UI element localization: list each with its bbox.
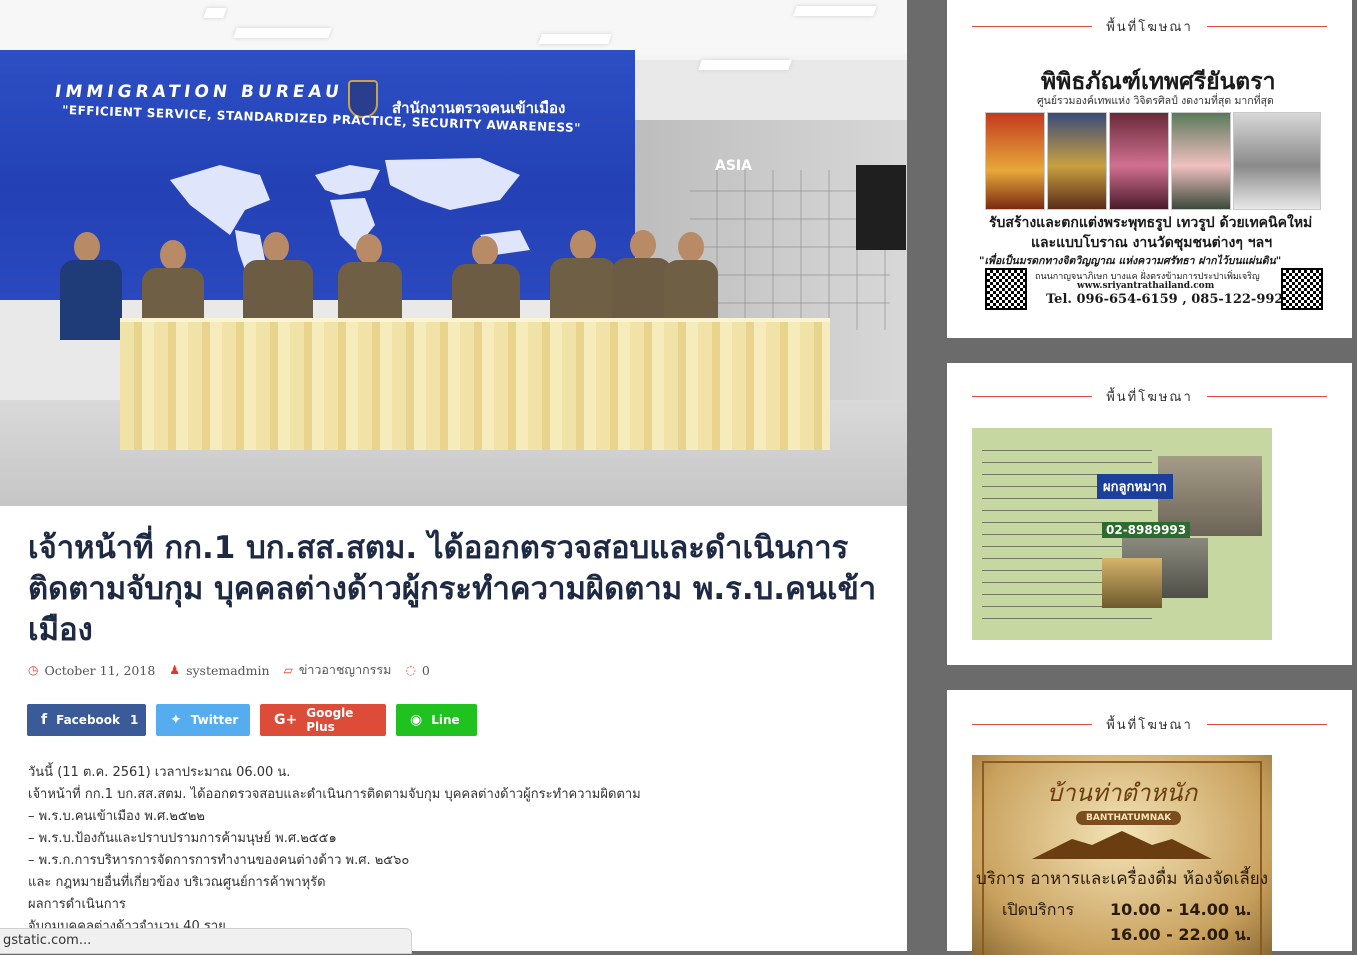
sidebar-ad-widget: พื้นที่โฆษณา พิพิธภัณฑ์เทพศรียันตรา ศูนย… [947, 0, 1352, 338]
ad-banner-lukmak[interactable]: ผกลูกหมาก 02-8989993 [972, 428, 1272, 640]
sidebar-ad-widget: พื้นที่โฆษณา ผกลูกหมาก 02-8989993 [947, 363, 1352, 665]
ad-heading-text: พื้นที่โฆษณา [1106, 389, 1193, 405]
ad-logo: ผกลูกหมาก [1097, 474, 1173, 499]
body-paragraph-line: – พ.ร.บ.ป้องกันและปราบปรามการค้ามนุษย์ พ… [28, 831, 337, 846]
twitter-share-button[interactable]: ✦ Twitter [156, 704, 250, 736]
ceiling-light [538, 34, 612, 44]
ad-photo [1233, 112, 1321, 210]
facebook-label: Facebook [56, 713, 120, 727]
twitter-icon: ✦ [170, 712, 182, 728]
ad-widget-heading: พื้นที่โฆษณา [972, 386, 1327, 406]
article-title: เจ้าหน้าที่ กก.1 บก.สส.สตม. ได้ออกตรวจสอ… [28, 530, 877, 648]
comment-icon: ◌ [405, 663, 416, 677]
qr-code-icon [1281, 268, 1323, 310]
article-column: IMMIGRATION BUREAU สำนักงานตรวจคนเข้าเมื… [0, 0, 907, 951]
meta-comments-count[interactable]: 0 [422, 663, 430, 678]
ad-widget-heading: พื้นที่โฆษณา [972, 714, 1327, 734]
ad-logo: บ้านท่าตำหนัก [1046, 779, 1198, 807]
ad-banner-sriyantra[interactable]: พิพิธภัณฑ์เทพศรียันตรา ศูนย์รวมองค์เทพแห… [975, 62, 1327, 312]
qr-code-icon [985, 268, 1027, 310]
clock-icon: ◷ [28, 663, 39, 677]
body-paragraph-line: วันนี้ (11 ต.ค. 2561) เวลาประมาณ 06.00 น… [28, 765, 291, 780]
wall-label: ASIA [715, 158, 752, 174]
ceiling-light [793, 6, 877, 16]
facebook-icon: f [41, 712, 48, 728]
ceiling-light [698, 60, 792, 70]
meta-date: ◷ October 11, 2018 [28, 663, 155, 678]
speaker [856, 165, 906, 250]
line-share-button[interactable]: ◉ Line [396, 704, 477, 736]
article-meta: ◷ October 11, 2018 ♟ systemadmin ▱ ข่าวอ… [28, 660, 444, 680]
googleplus-icon: G+ [274, 712, 298, 728]
ad-line: บริการ อาหารและเครื่องดื่ม ห้องจัดเลี้ยง [975, 869, 1269, 889]
ad-photo [1109, 112, 1169, 210]
bureau-name: IMMIGRATION BUREAU [53, 82, 345, 102]
ad-photo [1171, 112, 1231, 210]
ceiling-light [203, 8, 227, 18]
user-icon: ♟ [169, 663, 181, 677]
ceiling [0, 0, 907, 70]
ad-hours: 10.00 - 14.00 น. [1110, 900, 1252, 919]
twitter-label: Twitter [190, 713, 239, 727]
folder-icon: ▱ [283, 663, 293, 677]
ad-photo [1102, 558, 1162, 608]
ad-photo [985, 112, 1045, 210]
body-paragraph-line: และ กฎหมายอื่นที่เกี่ยวข้อง บริเวณศูนย์ก… [28, 875, 326, 890]
facebook-share-button[interactable]: f Facebook 1 [27, 704, 146, 736]
meta-category[interactable]: ▱ ข่าวอาชญากรรม [284, 660, 392, 680]
ad-line: รับสร้างและตกแต่งพระพุทธรูป เทวรูป ด้วยเ… [989, 215, 1313, 231]
article-hero-image: IMMIGRATION BUREAU สำนักงานตรวจคนเข้าเมื… [0, 0, 907, 506]
body-paragraph-line: ผลการดำเนินการ [28, 897, 126, 912]
meta-comments[interactable]: ◌ 0 [405, 663, 429, 678]
ceiling-light [233, 28, 332, 38]
meta-category-text[interactable]: ข่าวอาชญากรรม [299, 660, 392, 680]
ad-website: www.sriyantrathailand.com [1077, 281, 1215, 291]
ad-line: "เพื่อเป็นมรดกทางจิตวิญญาณ แห่งความศรัทธ… [979, 255, 1282, 267]
ad-subtitle: ศูนย์รวมองค์เทพแห่ง วิจิตรศิลป์ งดงามที่… [1037, 95, 1274, 107]
ad-photo [1047, 112, 1107, 210]
ad-phone: 02-8989993 [1102, 522, 1191, 538]
googleplus-label: Google Plus [306, 706, 354, 734]
facebook-count: 1 [130, 713, 139, 727]
ad-line: และแบบโบราณ งานวัดชุมชนต่างๆ ฯลฯ [1031, 235, 1273, 251]
googleplus-share-button[interactable]: G+ Google Plus [260, 704, 386, 736]
ad-banner-banthatumnak[interactable]: บ้านท่าตำหนัก BANTHATUMNAK บริการ อาหารแ… [972, 755, 1272, 955]
ad-hours-label: เปิดบริการ [1002, 900, 1075, 919]
body-paragraph-line: เจ้าหน้าที่ กก.1 บก.สส.สตม. ได้ออกตรวจสอ… [28, 787, 641, 802]
body-paragraph-line: – พ.ร.ก.การบริหารการจัดการการทำงานของคนต… [28, 853, 410, 868]
meta-date-text: October 11, 2018 [44, 662, 156, 678]
line-icon: ◉ [410, 712, 423, 728]
line-label: Line [431, 713, 460, 727]
meta-author-text[interactable]: systemadmin [186, 663, 270, 678]
ad-heading-text: พื้นที่โฆษณา [1106, 717, 1193, 733]
ad-logo-band: BANTHATUMNAK [1076, 811, 1182, 825]
conference-table [120, 318, 830, 450]
ad-hours: 16.00 - 22.00 น. [1110, 925, 1252, 944]
roof-icon [1032, 831, 1212, 859]
browser-status-url: gstatic.com... [0, 928, 412, 954]
article-body: วันนี้ (11 ต.ค. 2561) เวลาประมาณ 06.00 น… [28, 762, 888, 938]
meta-author[interactable]: ♟ systemadmin [169, 663, 269, 678]
ad-widget-heading: พื้นที่โฆษณา [972, 16, 1327, 36]
share-buttons: f Facebook 1 ✦ Twitter G+ Google Plus ◉ … [27, 704, 487, 736]
ad-heading-text: พื้นที่โฆษณา [1106, 19, 1193, 35]
body-paragraph-line: – พ.ร.บ.คนเข้าเมือง พ.ศ.๒๕๒๒ [28, 809, 205, 824]
ad-phone: Tel. 096-654-6159 , 085-122-9921 [1046, 292, 1293, 307]
sidebar-ad-widget: พื้นที่โฆษณา บ้านท่าตำหนัก BANTHATUMNAK … [947, 690, 1352, 955]
